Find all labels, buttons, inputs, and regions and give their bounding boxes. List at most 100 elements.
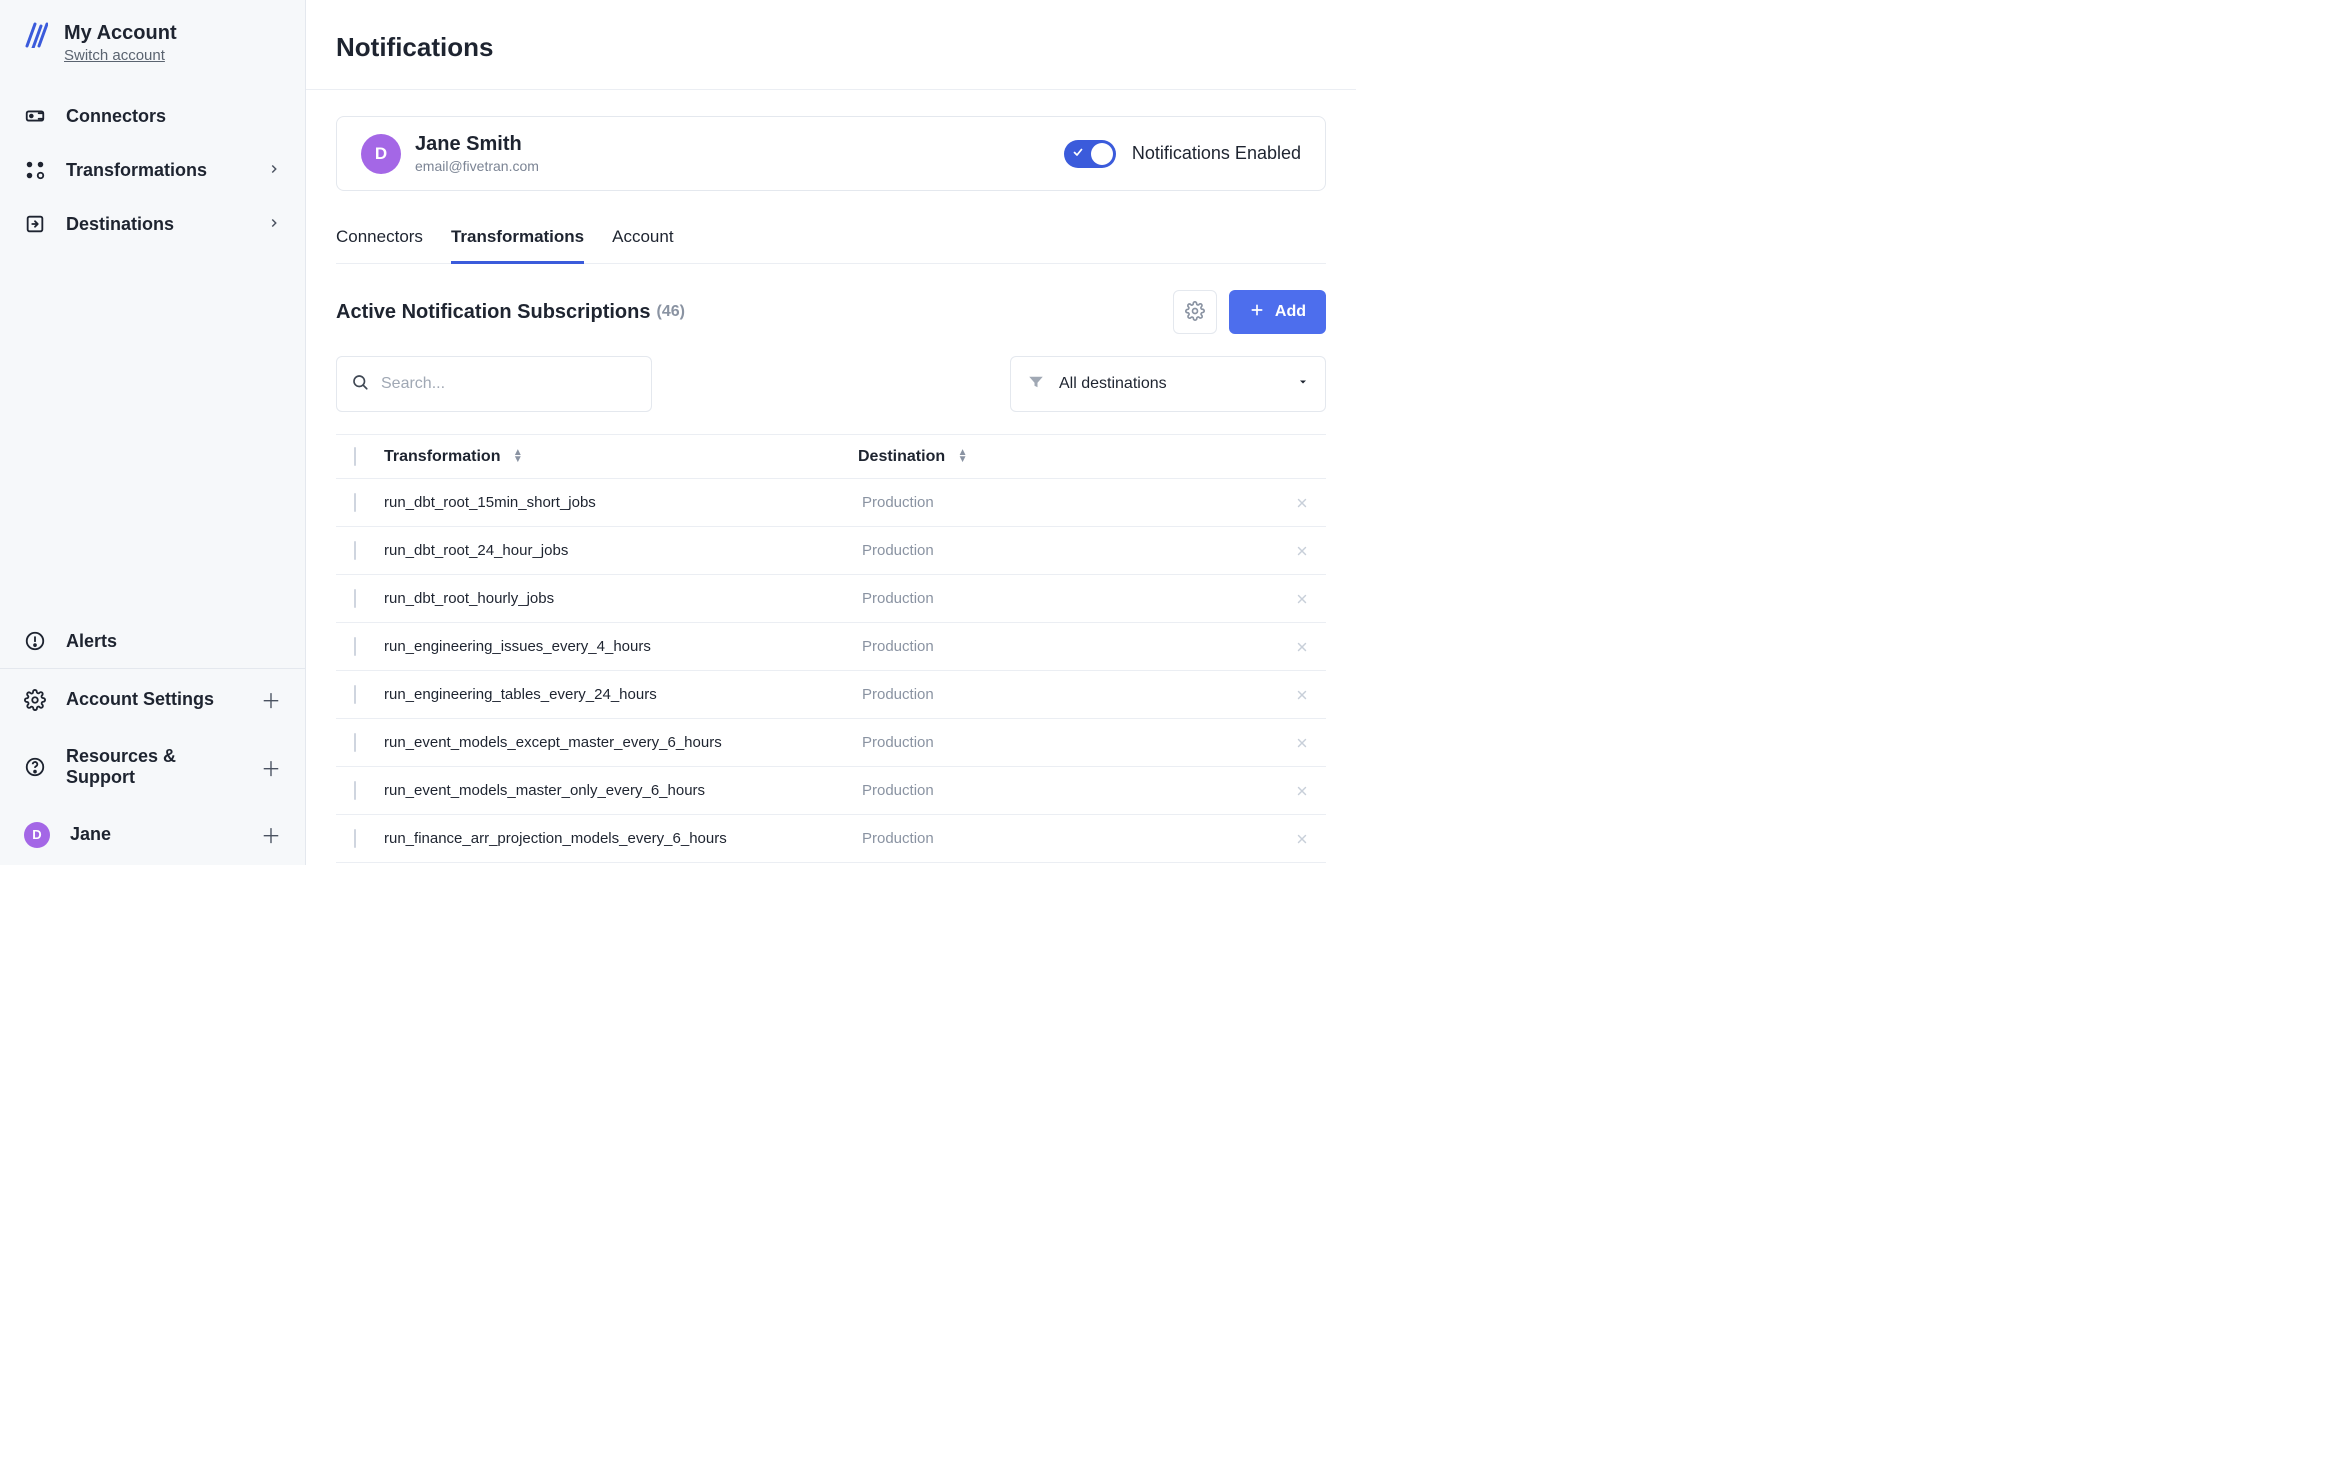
add-button[interactable]: Add (1229, 290, 1326, 334)
table-row: run_event_models_master_only_every_6_hou… (336, 767, 1326, 815)
row-destination: Production (858, 590, 1278, 607)
user-email: email@fivetran.com (415, 158, 539, 174)
row-destination: Production (858, 542, 1278, 559)
content: D Jane Smith email@fivetran.com Notifica… (306, 90, 1356, 865)
destinations-filter-label: All destinations (1059, 375, 1167, 393)
search-icon (351, 373, 369, 396)
row-transformation-name: run_event_models_master_only_every_6_hou… (384, 782, 858, 799)
remove-row-button[interactable] (1278, 592, 1326, 606)
nav-transformations[interactable]: Transformations (0, 143, 305, 197)
remove-row-button[interactable] (1278, 736, 1326, 750)
row-checkbox[interactable] (354, 589, 356, 608)
remove-row-button[interactable] (1278, 784, 1326, 798)
sidebar: My Account Switch account Connectors (0, 0, 306, 865)
table-row: run_engineering_tables_every_24_hoursPro… (336, 671, 1326, 719)
search-field[interactable] (336, 356, 652, 412)
nav-transformations-label: Transformations (66, 160, 207, 181)
switch-account-link[interactable]: Switch account (64, 47, 165, 64)
nav-current-user[interactable]: D Jane ＋ (0, 804, 305, 865)
plus-icon: ＋ (261, 685, 281, 714)
brand-logo (24, 22, 48, 48)
main: Notifications D Jane Smith email@fivetra… (306, 0, 1356, 865)
select-all-checkbox[interactable] (354, 447, 356, 466)
row-transformation-name: run_event_models_except_master_every_6_h… (384, 734, 858, 751)
remove-row-button[interactable] (1278, 832, 1326, 846)
tabs: Connectors Transformations Account (336, 215, 1326, 264)
notifications-toggle-label: Notifications Enabled (1132, 143, 1301, 164)
row-destination: Production (858, 782, 1278, 799)
sidebar-header: My Account Switch account (0, 0, 305, 83)
row-checkbox[interactable] (354, 493, 356, 512)
filter-icon (1027, 373, 1045, 396)
row-destination: Production (858, 494, 1278, 511)
row-destination: Production (858, 734, 1278, 751)
row-transformation-name: run_engineering_issues_every_4_hours (384, 638, 858, 655)
chevron-right-icon (267, 214, 281, 235)
plus-icon: ＋ (261, 820, 281, 849)
row-checkbox[interactable] (354, 781, 356, 800)
row-checkbox[interactable] (354, 637, 356, 656)
tab-connectors[interactable]: Connectors (336, 215, 423, 263)
subscriptions-count: (46) (656, 303, 684, 321)
destinations-filter[interactable]: All destinations (1010, 356, 1326, 412)
caret-down-icon (1297, 375, 1309, 393)
nav-resources-support-label: Resources & Support (66, 746, 241, 788)
search-input[interactable] (381, 375, 637, 393)
transformations-icon (24, 159, 46, 181)
gear-icon (24, 689, 46, 711)
col-transformation[interactable]: Transformation ▲▼ (384, 448, 858, 466)
plus-icon (1249, 302, 1265, 323)
table-row: run_event_models_except_master_every_6_h… (336, 719, 1326, 767)
tab-account[interactable]: Account (612, 215, 673, 263)
destinations-icon (24, 213, 46, 235)
filters: All destinations (336, 356, 1326, 412)
row-transformation-name: run_dbt_root_24_hour_jobs (384, 542, 858, 559)
row-transformation-name: run_dbt_root_15min_short_jobs (384, 494, 858, 511)
alerts-icon (24, 630, 46, 652)
nav-user-label: Jane (70, 824, 111, 845)
subscriptions-header: Active Notification Subscriptions (46) (336, 290, 1326, 334)
nav-destinations-label: Destinations (66, 214, 174, 235)
help-icon (24, 756, 46, 778)
nav-connectors[interactable]: Connectors (0, 89, 305, 143)
user-name: Jane Smith (415, 133, 539, 156)
notifications-toggle[interactable] (1064, 140, 1116, 168)
add-button-label: Add (1275, 303, 1306, 321)
page-title: Notifications (306, 0, 1356, 90)
row-checkbox[interactable] (354, 829, 356, 848)
nav-account-settings[interactable]: Account Settings ＋ (0, 669, 305, 730)
primary-nav: Connectors Transformations Destinatio (0, 83, 305, 257)
user-avatar: D (24, 822, 50, 848)
row-checkbox[interactable] (354, 685, 356, 704)
plus-icon: ＋ (261, 753, 281, 782)
sort-icon: ▲▼ (958, 449, 968, 463)
row-destination: Production (858, 638, 1278, 655)
table-header: Transformation ▲▼ Destination ▲▼ (336, 435, 1326, 479)
row-transformation-name: run_dbt_root_hourly_jobs (384, 590, 858, 607)
subscriptions-table: Transformation ▲▼ Destination ▲▼ run_dbt… (336, 434, 1326, 863)
row-checkbox[interactable] (354, 733, 356, 752)
settings-button[interactable] (1173, 290, 1217, 334)
nav-resources-support[interactable]: Resources & Support ＋ (0, 730, 305, 804)
sort-icon: ▲▼ (513, 449, 523, 463)
table-row: run_dbt_root_15min_short_jobsProduction (336, 479, 1326, 527)
row-transformation-name: run_finance_arr_projection_models_every_… (384, 830, 858, 847)
table-row: run_dbt_root_hourly_jobsProduction (336, 575, 1326, 623)
connectors-icon (24, 105, 46, 127)
tab-transformations[interactable]: Transformations (451, 215, 584, 264)
remove-row-button[interactable] (1278, 496, 1326, 510)
nav-alerts-label: Alerts (66, 631, 117, 652)
remove-row-button[interactable] (1278, 640, 1326, 654)
row-destination: Production (858, 830, 1278, 847)
nav-alerts[interactable]: Alerts (0, 614, 305, 668)
col-destination[interactable]: Destination ▲▼ (858, 448, 1278, 466)
table-row: run_dbt_root_24_hour_jobsProduction (336, 527, 1326, 575)
row-transformation-name: run_engineering_tables_every_24_hours (384, 686, 858, 703)
row-destination: Production (858, 686, 1278, 703)
nav-destinations[interactable]: Destinations (0, 197, 305, 251)
table-row: run_engineering_issues_every_4_hoursProd… (336, 623, 1326, 671)
remove-row-button[interactable] (1278, 688, 1326, 702)
row-checkbox[interactable] (354, 541, 356, 560)
remove-row-button[interactable] (1278, 544, 1326, 558)
gear-icon (1185, 301, 1205, 324)
